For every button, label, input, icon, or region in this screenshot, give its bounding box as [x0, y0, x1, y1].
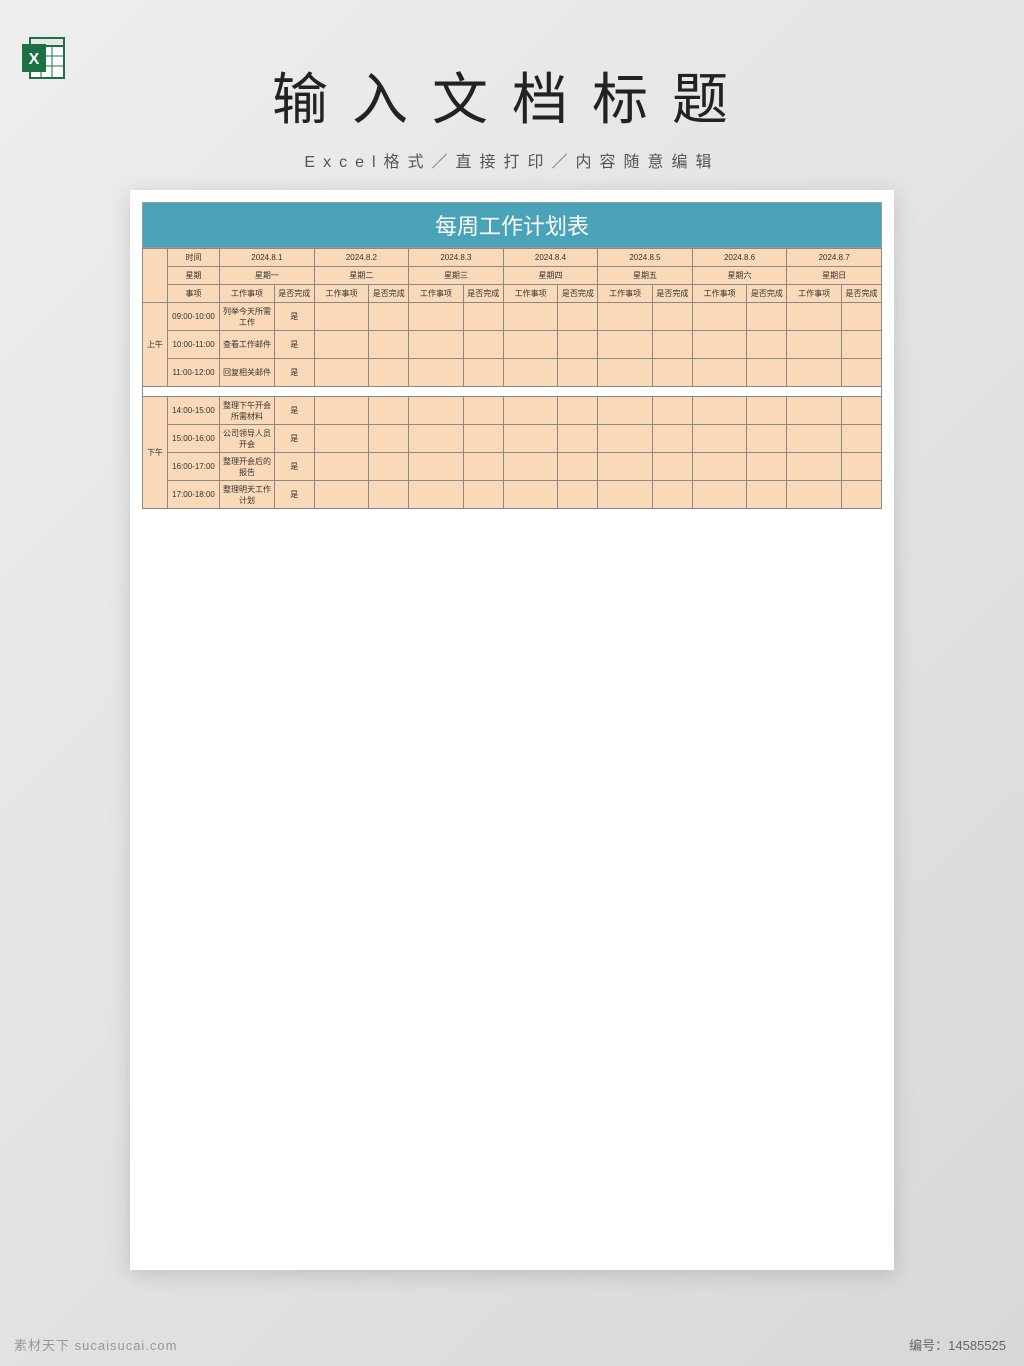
weekdays-row: 星期 星期一 星期二 星期三 星期四 星期五 星期六 星期日 — [143, 267, 882, 285]
date-cell: 2024.8.7 — [787, 249, 882, 267]
footer-id: 编号：14585525 — [909, 1335, 1006, 1354]
table-row: 11:00-12:00 回复相关邮件 是 — [143, 359, 882, 387]
col-task-label: 工作事项 — [220, 285, 275, 303]
done-cell: 是 — [274, 303, 314, 331]
date-cell: 2024.8.6 — [692, 249, 787, 267]
dates-row: 时间 2024.8.1 2024.8.2 2024.8.3 2024.8.4 2… — [143, 249, 882, 267]
task-cell: 整理下午开会所需材料 — [220, 397, 275, 425]
done-cell: 是 — [274, 453, 314, 481]
done-cell: 是 — [274, 359, 314, 387]
col-done-label: 是否完成 — [747, 285, 787, 303]
done-cell: 是 — [274, 331, 314, 359]
col-task-label: 工作事项 — [503, 285, 558, 303]
table-row: 10:00-11:00 查看工作邮件 是 — [143, 331, 882, 359]
date-cell: 2024.8.1 — [220, 249, 315, 267]
page-subtitle: Excel格式／直接打印／内容随意编辑 — [0, 148, 1024, 172]
time-cell: 14:00-15:00 — [167, 397, 219, 425]
section-morning: 上午 — [143, 303, 168, 387]
col-task-label: 工作事项 — [692, 285, 747, 303]
time-cell: 10:00-11:00 — [167, 331, 219, 359]
footer-id-label: 编号： — [909, 1338, 948, 1353]
section-afternoon: 下午 — [143, 397, 168, 509]
task-cell: 整理明天工作计划 — [220, 481, 275, 509]
col-done-label: 是否完成 — [274, 285, 314, 303]
table-row: 17:00-18:00 整理明天工作计划 是 — [143, 481, 882, 509]
col-done-label: 是否完成 — [369, 285, 409, 303]
task-cell: 列举今天所需工作 — [220, 303, 275, 331]
footer-id-value: 14585525 — [948, 1338, 1006, 1353]
weekday-cell: 星期六 — [692, 267, 787, 285]
date-cell: 2024.8.3 — [409, 249, 504, 267]
footer-watermark: 素材天下 sucaisucai.com — [14, 1335, 177, 1354]
weekday-cell: 星期三 — [409, 267, 504, 285]
row-label-item: 事项 — [167, 285, 219, 303]
done-cell: 是 — [274, 481, 314, 509]
task-cell: 公司领导人员开会 — [220, 425, 275, 453]
task-cell: 整理开会后的报告 — [220, 453, 275, 481]
excel-icon: X — [20, 34, 68, 82]
time-cell: 16:00-17:00 — [167, 453, 219, 481]
col-task-label: 工作事项 — [409, 285, 464, 303]
weekday-cell: 星期二 — [314, 267, 409, 285]
done-cell: 是 — [274, 425, 314, 453]
col-task-label: 工作事项 — [314, 285, 369, 303]
svg-text:X: X — [29, 51, 40, 68]
time-cell: 17:00-18:00 — [167, 481, 219, 509]
row-label-weekday: 星期 — [167, 267, 219, 285]
row-label-time: 时间 — [167, 249, 219, 267]
weekday-cell: 星期一 — [220, 267, 315, 285]
task-cell: 查看工作邮件 — [220, 331, 275, 359]
weekly-plan-table: 时间 2024.8.1 2024.8.2 2024.8.3 2024.8.4 2… — [142, 248, 882, 509]
date-cell: 2024.8.5 — [598, 249, 693, 267]
weekday-cell: 星期日 — [787, 267, 882, 285]
subheader-row: 事项 工作事项 是否完成 工作事项 是否完成 工作事项 是否完成 工作事项 是否… — [143, 285, 882, 303]
date-cell: 2024.8.2 — [314, 249, 409, 267]
col-done-label: 是否完成 — [652, 285, 692, 303]
page-main-title: 输入文档标题 — [0, 0, 1024, 136]
weekday-cell: 星期五 — [598, 267, 693, 285]
document-page: 每周工作计划表 时间 2024.8.1 2024.8.2 2024.8.3 20… — [130, 190, 894, 1270]
weekday-cell: 星期四 — [503, 267, 598, 285]
col-done-label: 是否完成 — [842, 285, 882, 303]
time-cell: 09:00-10:00 — [167, 303, 219, 331]
gap-row — [143, 387, 882, 397]
table-row: 上午 09:00-10:00 列举今天所需工作 是 — [143, 303, 882, 331]
corner-cell — [143, 249, 168, 303]
table-row: 下午 14:00-15:00 整理下午开会所需材料 是 — [143, 397, 882, 425]
date-cell: 2024.8.4 — [503, 249, 598, 267]
done-cell: 是 — [274, 397, 314, 425]
table-row: 16:00-17:00 整理开会后的报告 是 — [143, 453, 882, 481]
col-done-label: 是否完成 — [463, 285, 503, 303]
col-done-label: 是否完成 — [558, 285, 598, 303]
time-cell: 15:00-16:00 — [167, 425, 219, 453]
table-row: 15:00-16:00 公司领导人员开会 是 — [143, 425, 882, 453]
col-task-label: 工作事项 — [598, 285, 653, 303]
time-cell: 11:00-12:00 — [167, 359, 219, 387]
col-task-label: 工作事项 — [787, 285, 842, 303]
sheet-title: 每周工作计划表 — [142, 202, 882, 248]
task-cell: 回复相关邮件 — [220, 359, 275, 387]
